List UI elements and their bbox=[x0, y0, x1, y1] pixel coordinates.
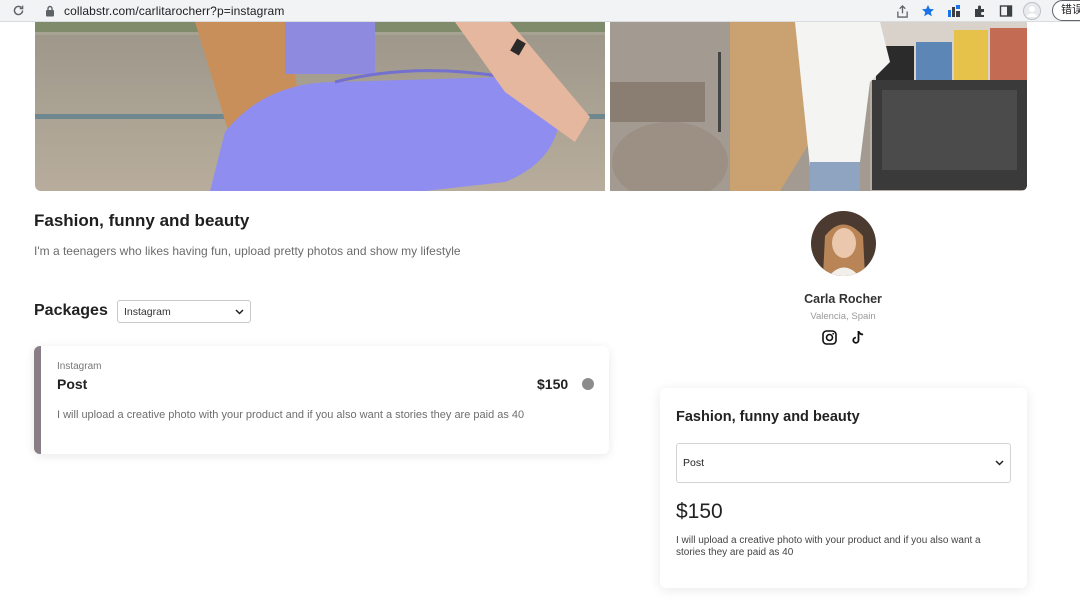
packages-heading: Packages bbox=[34, 302, 108, 319]
share-icon[interactable] bbox=[893, 2, 911, 20]
hero-image-right bbox=[610, 22, 1027, 191]
reload-icon[interactable] bbox=[10, 3, 26, 19]
package-card-accent bbox=[34, 346, 41, 454]
url-text: collabstr.com/carlitarocherr?p=instagram bbox=[64, 4, 285, 18]
creator-name: Carla Rocher bbox=[804, 292, 882, 306]
listing-description: I'm a teenagers who likes having fun, up… bbox=[34, 244, 461, 258]
lock-icon bbox=[44, 5, 56, 17]
avatar bbox=[811, 211, 876, 276]
platform-select-value: Instagram bbox=[124, 305, 171, 318]
package-card[interactable]: Instagram Post $150 I will upload a crea… bbox=[34, 346, 609, 454]
browser-toolbar: collabstr.com/carlitarocherr?p=instagram… bbox=[0, 0, 1080, 22]
extension-grid-icon[interactable] bbox=[945, 2, 963, 20]
package-select-value: Post bbox=[683, 457, 705, 469]
chevron-down-icon bbox=[995, 457, 1004, 469]
package-platform: Instagram bbox=[57, 361, 102, 372]
order-card-title: Fashion, funny and beauty bbox=[676, 409, 860, 425]
bookmark-star-icon[interactable] bbox=[919, 2, 937, 20]
creator-location: Valencia, Spain bbox=[810, 311, 876, 322]
hero-image-left bbox=[35, 22, 605, 191]
account-avatar-icon[interactable] bbox=[1023, 2, 1041, 20]
package-select-radio[interactable] bbox=[582, 378, 594, 390]
package-description: I will upload a creative photo with your… bbox=[57, 409, 525, 421]
tiktok-icon[interactable] bbox=[850, 329, 866, 345]
platform-select[interactable]: Instagram bbox=[117, 300, 251, 323]
listing-title: Fashion, funny and beauty bbox=[34, 211, 250, 230]
side-panel-icon[interactable] bbox=[997, 2, 1015, 20]
chevron-down-icon bbox=[235, 307, 244, 317]
profile-error-button[interactable]: 错误 bbox=[1052, 0, 1080, 21]
package-name: Post bbox=[57, 376, 88, 392]
puzzle-extensions-icon[interactable] bbox=[971, 2, 989, 20]
order-price: $150 bbox=[676, 500, 723, 523]
address-bar[interactable]: collabstr.com/carlitarocherr?p=instagram bbox=[36, 1, 941, 21]
package-price: $150 bbox=[537, 376, 569, 392]
order-description: I will upload a creative photo with your… bbox=[676, 535, 981, 558]
package-select[interactable]: Post bbox=[676, 443, 1011, 483]
instagram-icon[interactable] bbox=[821, 329, 837, 345]
order-card: Fashion, funny and beauty Post $150 I wi… bbox=[660, 388, 1027, 588]
